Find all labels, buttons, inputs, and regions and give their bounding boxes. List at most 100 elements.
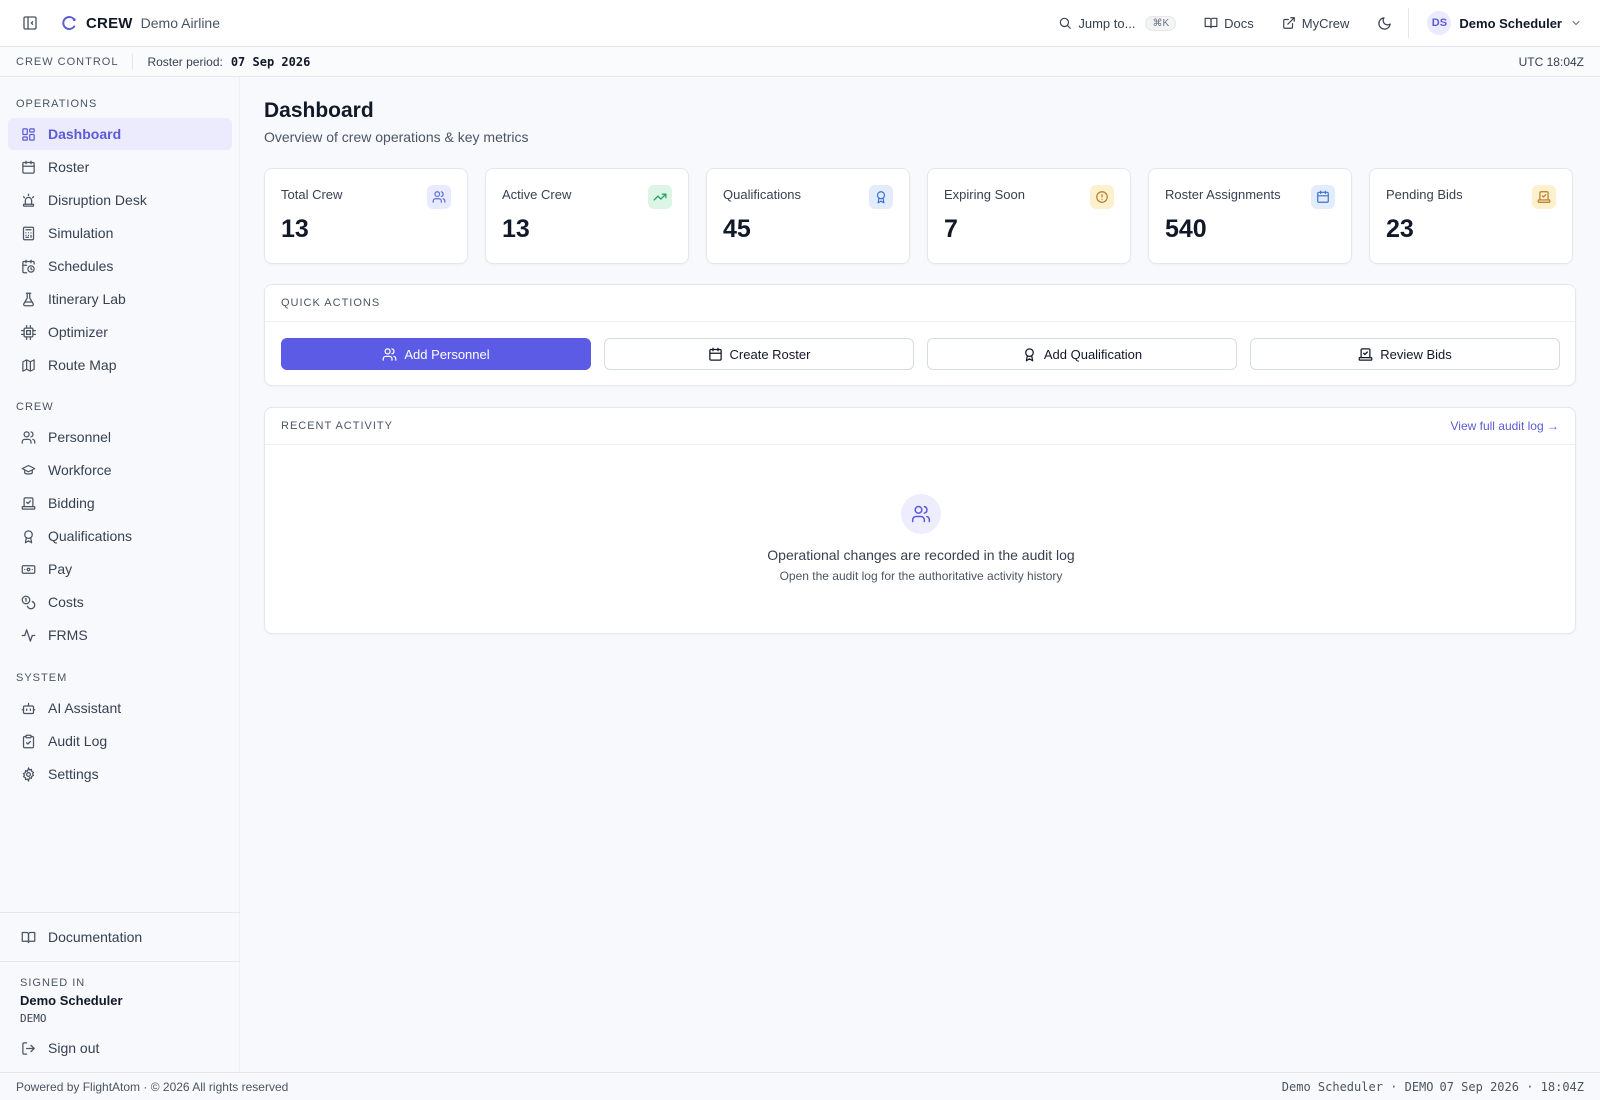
stat-card-total-crew[interactable]: Total Crew 13 — [264, 168, 468, 264]
sidebar-item-label: Schedules — [48, 258, 114, 274]
sidebar-item-label: AI Assistant — [48, 700, 122, 716]
avatar: DS — [1427, 11, 1452, 35]
moon-icon — [1377, 16, 1392, 31]
sidebar-item-label: Dashboard — [48, 126, 122, 142]
sidebar-item-personnel[interactable]: Personnel — [8, 421, 232, 453]
banknote-icon — [20, 561, 36, 577]
user-menu[interactable]: DS Demo Scheduler — [1427, 11, 1600, 35]
add-personnel-button[interactable]: Add Personnel — [281, 338, 591, 370]
sidebar-item-audit-log[interactable]: Audit Log — [8, 725, 232, 757]
stat-value: 540 — [1165, 215, 1207, 243]
sidebar-item-label: Audit Log — [48, 733, 108, 749]
signed-in-name: Demo Scheduler — [20, 993, 123, 1008]
sidebar-item-label: Workforce — [48, 462, 112, 478]
sidebar-item-label: Optimizer — [48, 324, 108, 340]
award-icon — [869, 185, 893, 209]
footer: Powered by FlightAtom · © 2026 All right… — [0, 1072, 1600, 1100]
sidebar-item-optimizer[interactable]: Optimizer — [8, 316, 232, 348]
sidebar-item-workforce[interactable]: Workforce — [8, 454, 232, 486]
sidebar-item-route-map[interactable]: Route Map — [8, 349, 232, 381]
dashboard-icon — [20, 126, 36, 142]
sidebar-item-label: Settings — [48, 766, 99, 782]
brand-name[interactable]: CREW — [86, 15, 133, 32]
stat-label: Active Crew — [502, 187, 572, 202]
coins-icon — [20, 594, 36, 610]
sidebar-item-label: Documentation — [48, 929, 143, 945]
flask-icon — [20, 291, 36, 307]
button-label: Create Roster — [729, 346, 811, 362]
sidebar-item-label: Sign out — [48, 1040, 100, 1056]
sidebar-item-ai-assistant[interactable]: AI Assistant — [8, 692, 232, 724]
section-operations: OPERATIONS — [16, 98, 98, 110]
siren-icon — [20, 192, 36, 208]
sidebar-item-qualifications[interactable]: Qualifications — [8, 520, 232, 552]
sidebar-item-costs[interactable]: Costs — [8, 586, 232, 618]
users-icon — [382, 347, 397, 362]
stat-card-expiring-soon[interactable]: Expiring Soon 7 — [927, 168, 1131, 264]
add-qualification-button[interactable]: Add Qualification — [927, 338, 1237, 370]
users-icon — [901, 494, 941, 534]
mycrew-label: MyCrew — [1301, 15, 1350, 31]
theme-toggle-button[interactable] — [1377, 16, 1392, 31]
ballot-icon — [1358, 347, 1373, 362]
calculator-icon — [20, 225, 36, 241]
sidebar-item-schedules[interactable]: Schedules — [8, 250, 232, 282]
sidebar-item-bidding[interactable]: Bidding — [8, 487, 232, 519]
stat-card-roster-assignments[interactable]: Roster Assignments 540 — [1148, 168, 1352, 264]
sidebar-item-simulation[interactable]: Simulation — [8, 217, 232, 249]
sidebar-item-frms[interactable]: FRMS — [8, 619, 232, 651]
view-audit-log-link[interactable]: View full audit log → — [1450, 419, 1559, 433]
sidebar-divider — [0, 912, 240, 913]
button-label: Add Qualification — [1043, 346, 1143, 362]
button-label: Add Personnel — [404, 346, 490, 362]
map-icon — [20, 357, 36, 373]
stat-card-qualifications[interactable]: Qualifications 45 — [706, 168, 910, 264]
footer-time: 07 Sep 2026 · 18:04Z — [1439, 1079, 1585, 1094]
review-bids-button[interactable]: Review Bids — [1250, 338, 1560, 370]
sidebar-item-pay[interactable]: Pay — [8, 553, 232, 585]
stat-card-active-crew[interactable]: Active Crew 13 — [485, 168, 689, 264]
sidebar-item-label: FRMS — [48, 627, 88, 643]
sidebar-item-label: Pay — [48, 561, 73, 577]
jump-to-label: Jump to... — [1078, 15, 1136, 31]
stats-row: Total Crew 13 Active Crew 13 Qualificati… — [264, 168, 1576, 264]
page-title: Dashboard — [264, 99, 374, 122]
section-crew: CREW — [16, 401, 54, 413]
roster-period-value: 07 Sep 2026 — [230, 54, 311, 69]
search-icon — [1058, 16, 1072, 30]
sidebar-item-label: Disruption Desk — [48, 192, 147, 208]
award-icon — [20, 528, 36, 544]
stat-value: 45 — [723, 215, 751, 243]
sidebar-item-settings[interactable]: Settings — [8, 758, 232, 790]
external-link-icon — [1282, 16, 1296, 30]
context-bar: CREW CONTROL Roster period: 07 Sep 2026 … — [0, 47, 1600, 77]
sidebar-item-documentation[interactable]: Documentation — [8, 921, 232, 953]
sidebar-item-roster[interactable]: Roster — [8, 151, 232, 183]
sidebar-item-dashboard[interactable]: Dashboard — [8, 118, 232, 150]
header-divider — [1408, 8, 1410, 38]
sidebar-item-label: Qualifications — [48, 528, 133, 544]
stat-label: Roster Assignments — [1165, 187, 1281, 202]
sign-out-button[interactable]: Sign out — [8, 1032, 232, 1064]
create-roster-button[interactable]: Create Roster — [604, 338, 914, 370]
footer-user: Demo Scheduler · DEMO — [1281, 1079, 1434, 1094]
calendar-icon — [1311, 185, 1335, 209]
sidebar-item-label: Route Map — [48, 357, 117, 373]
stat-card-pending-bids[interactable]: Pending Bids 23 — [1369, 168, 1573, 264]
button-label: Review Bids — [1380, 346, 1452, 362]
bot-icon — [20, 700, 36, 716]
sidebar-item-disruption-desk[interactable]: Disruption Desk — [8, 184, 232, 216]
section-system: SYSTEM — [16, 672, 68, 684]
stat-value: 13 — [502, 215, 530, 243]
sidebar-item-itinerary-lab[interactable]: Itinerary Lab — [8, 283, 232, 315]
stat-value: 23 — [1386, 215, 1414, 243]
docs-label: Docs — [1224, 15, 1254, 31]
page-subtitle: Overview of crew operations & key metric… — [264, 129, 529, 145]
ballot-icon — [1532, 185, 1556, 209]
jump-to-button[interactable]: Jump to... ⌘K — [1058, 15, 1177, 31]
sidebar-toggle-icon[interactable] — [18, 11, 42, 35]
docs-link[interactable]: Docs — [1204, 16, 1254, 31]
top-bar: CREW Demo Airline Jump to... ⌘K Docs MyC… — [0, 0, 1600, 47]
user-name: Demo Scheduler — [1459, 15, 1562, 31]
mycrew-link[interactable]: MyCrew — [1282, 15, 1350, 31]
